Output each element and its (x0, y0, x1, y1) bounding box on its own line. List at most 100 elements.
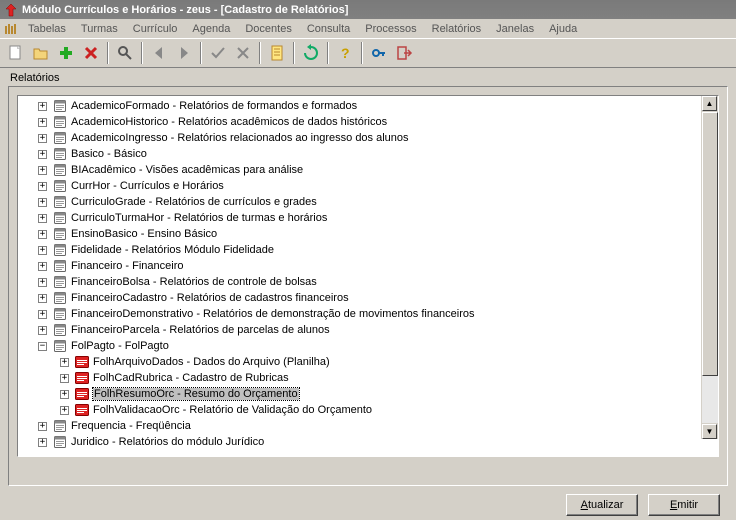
tree-item-label: Financeiro - Financeiro (71, 260, 184, 272)
tree-folder[interactable]: + AcademicoIngresso - Relatórios relacion… (38, 130, 718, 146)
tree-folder[interactable]: + Financeiro - Financeiro (38, 258, 718, 274)
vertical-scrollbar[interactable]: ▲ ▼ (701, 96, 718, 439)
tree-item-label: CurriculoTurmaHor - Relatórios de turmas… (71, 212, 327, 224)
menubar: Tabelas Turmas Currículo Agenda Docentes… (0, 19, 736, 38)
tree-folder[interactable]: +FinanceiroBolsa - Relatórios de control… (38, 274, 718, 290)
folder-icon (53, 212, 67, 224)
tree-item-label: CurrHor - Currículos e Horários (71, 180, 224, 192)
collapse-icon[interactable]: − (38, 342, 47, 351)
tree-folder[interactable]: + Basico - Básico (38, 146, 718, 162)
toolbar-confirm-icon[interactable] (206, 41, 230, 65)
expand-icon[interactable]: + (60, 374, 69, 383)
expand-icon[interactable]: + (38, 262, 47, 271)
tree-folder[interactable]: +FinanceiroDemonstrativo - Relatórios de… (38, 306, 718, 322)
expand-icon[interactable]: + (38, 182, 47, 191)
folder-icon (53, 132, 67, 144)
folder-icon (53, 244, 67, 256)
tree-folder[interactable]: +FinanceiroCadastro - Relatórios de cada… (38, 290, 718, 306)
scroll-up-icon[interactable]: ▲ (702, 96, 717, 111)
tree-folder[interactable]: +Juridico - Relatórios do módulo Jurídic… (38, 434, 718, 450)
toolbar-search-icon[interactable] (113, 41, 137, 65)
toolbar-refresh-icon[interactable] (299, 41, 323, 65)
svg-text:?: ? (341, 45, 350, 61)
expand-icon[interactable]: + (38, 134, 47, 143)
toolbar-key-icon[interactable] (367, 41, 391, 65)
menu-turmas[interactable]: Turmas (74, 21, 125, 37)
panel-label: Relatórios (0, 68, 736, 86)
expand-icon[interactable]: + (60, 406, 69, 415)
tree-folder[interactable]: +BIAcadêmico - Visões acadêmicas para an… (38, 162, 718, 178)
folder-icon (53, 148, 67, 160)
tree-folder[interactable]: + CurrHor - Currículos e Horários (38, 178, 718, 194)
menu-janelas[interactable]: Janelas (489, 21, 541, 37)
tree-report[interactable]: +FolhCadRubrica - Cadastro de Rubricas (60, 370, 718, 386)
scroll-thumb[interactable] (702, 112, 718, 376)
expand-icon[interactable]: + (38, 278, 47, 287)
tree-folder[interactable]: +Fidelidade - Relatórios Módulo Fidelida… (38, 242, 718, 258)
toolbar-delete-icon[interactable] (79, 41, 103, 65)
expand-icon[interactable]: + (38, 214, 47, 223)
tree-folder[interactable]: +AcademicoHistorico - Relatórios acadêmi… (38, 114, 718, 130)
scroll-down-icon[interactable]: ▼ (702, 424, 717, 439)
menu-ajuda[interactable]: Ajuda (542, 21, 584, 37)
tree-item-label: Basico - Básico (71, 148, 147, 160)
toolbar-add-icon[interactable] (54, 41, 78, 65)
update-button[interactable]: Atualizar (566, 494, 638, 516)
toolbar-separator (259, 42, 261, 64)
expand-icon[interactable]: + (60, 390, 69, 399)
expand-icon[interactable]: + (38, 310, 47, 319)
tree-folder[interactable]: + CurriculoTurmaHor - Relatórios de turma… (38, 210, 718, 226)
expand-icon[interactable]: + (38, 118, 47, 127)
toolbar-exit-icon[interactable] (392, 41, 416, 65)
menu-tabelas[interactable]: Tabelas (21, 21, 73, 37)
tree-item-label: CurriculoGrade - Relatórios de currículo… (71, 196, 317, 208)
tree-folder[interactable]: + CurriculoGrade - Relatórios de currícul… (38, 194, 718, 210)
toolbar-new-icon[interactable] (4, 41, 28, 65)
expand-icon[interactable]: + (38, 102, 47, 111)
tree-folder[interactable]: −FolPagto - FolPagto (38, 338, 718, 354)
scroll-track[interactable] (702, 112, 718, 423)
folder-icon (53, 324, 67, 336)
report-tree[interactable]: +AcademicoFormado - Relatórios de forman… (18, 96, 718, 452)
tree-item-label: EnsinoBasico - Ensino Básico (71, 228, 217, 240)
tree-report[interactable]: +FolhValidacaoOrc - Relatório de Validaç… (60, 402, 718, 418)
toolbar-open-icon[interactable] (29, 41, 53, 65)
app-menu-icon[interactable] (2, 21, 20, 37)
tree-report[interactable]: + FolhResumoOrc - Resumo do Orçamento (60, 386, 718, 402)
expand-icon[interactable]: + (38, 294, 47, 303)
tree-item-label: AcademicoIngresso - Relatórios relaciona… (71, 132, 409, 144)
tree-item-label: FolhResumoOrc - Resumo do Orçamento (93, 388, 299, 400)
toolbar-separator (141, 42, 143, 64)
toolbar-next-icon[interactable] (172, 41, 196, 65)
report-icon (75, 356, 89, 368)
menu-consulta[interactable]: Consulta (300, 21, 357, 37)
tree-folder[interactable]: +FinanceiroParcela - Relatórios de parce… (38, 322, 718, 338)
menu-agenda[interactable]: Agenda (185, 21, 237, 37)
expand-icon[interactable]: + (38, 438, 47, 447)
update-button-label: tualizar (588, 499, 623, 511)
toolbar-prev-icon[interactable] (147, 41, 171, 65)
toolbar-cancel-icon[interactable] (231, 41, 255, 65)
toolbar-notes-icon[interactable] (265, 41, 289, 65)
expand-icon[interactable]: + (38, 422, 47, 431)
expand-icon[interactable]: + (38, 246, 47, 255)
emit-button[interactable]: Emitir (648, 494, 720, 516)
menu-docentes[interactable]: Docentes (238, 21, 298, 37)
expand-icon[interactable]: + (38, 230, 47, 239)
menu-processos[interactable]: Processos (358, 21, 423, 37)
menu-curriculo[interactable]: Currículo (126, 21, 185, 37)
tree-folder[interactable]: + EnsinoBasico - Ensino Básico (38, 226, 718, 242)
expand-icon[interactable]: + (38, 166, 47, 175)
expand-icon[interactable]: + (38, 326, 47, 335)
expand-icon[interactable]: + (60, 358, 69, 367)
expand-icon[interactable]: + (38, 198, 47, 207)
tree-folder[interactable]: +AcademicoFormado - Relatórios de forman… (38, 98, 718, 114)
toolbar: ? (0, 38, 736, 68)
tree-report[interactable]: +FolhArquivoDados - Dados do Arquivo (Pl… (60, 354, 718, 370)
tree-folder[interactable]: +Frequencia - Freqüência (38, 418, 718, 434)
expand-icon[interactable]: + (38, 150, 47, 159)
tree-container: +AcademicoFormado - Relatórios de forman… (17, 95, 719, 457)
menu-relatorios[interactable]: Relatórios (425, 21, 489, 37)
folder-icon (53, 116, 67, 128)
toolbar-help-icon[interactable]: ? (333, 41, 357, 65)
